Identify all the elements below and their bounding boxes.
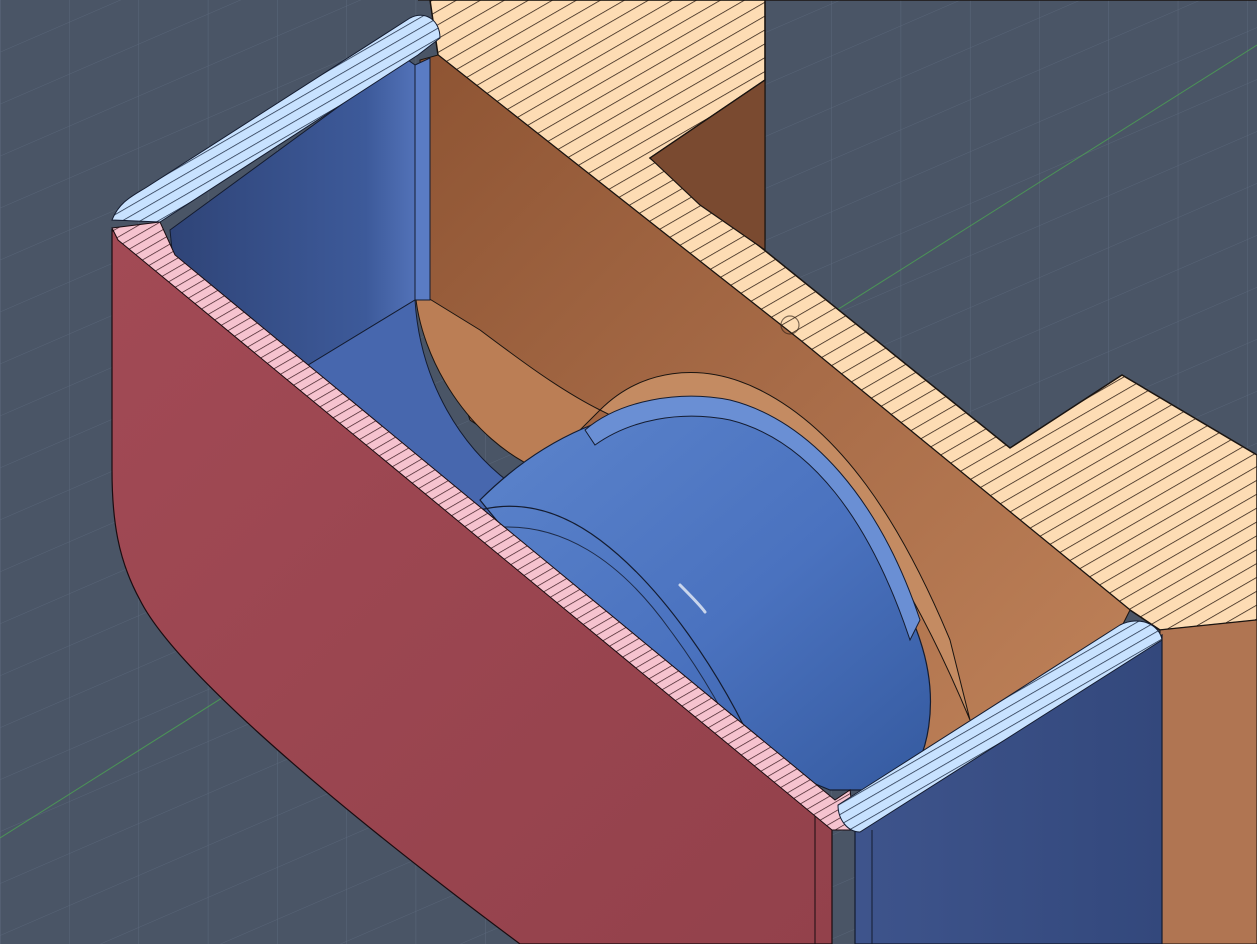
3d-cad-viewport[interactable] (0, 0, 1257, 944)
copper-side-right (1159, 619, 1257, 944)
model-canvas[interactable] (0, 0, 1257, 944)
